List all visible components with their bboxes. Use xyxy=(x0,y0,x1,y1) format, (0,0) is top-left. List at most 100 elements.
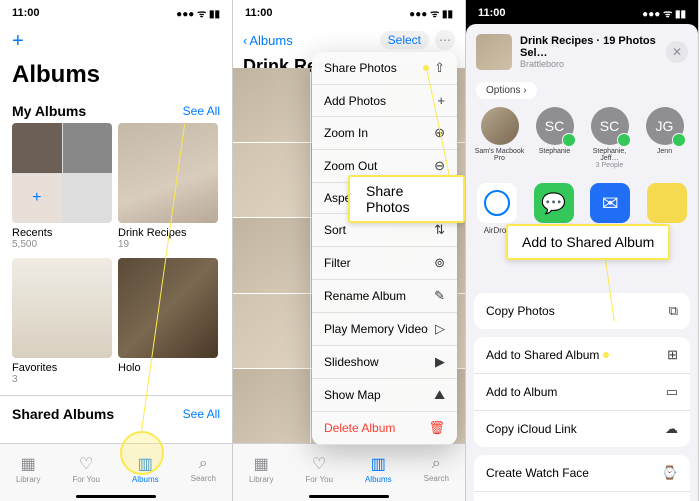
context-menu: Share Photos⇧ Add Photos+ Zoom In⊕ Zoom … xyxy=(312,52,457,445)
album-thumb xyxy=(118,258,218,358)
options-button[interactable]: Options › xyxy=(476,82,537,99)
map-icon: ⛰ xyxy=(434,387,445,403)
pencil-icon: ✎ xyxy=(434,288,445,304)
avatar: JG xyxy=(646,107,684,145)
trash-icon: 🗑 xyxy=(428,420,445,436)
menu-play-memory[interactable]: Play Memory Video▷ xyxy=(312,313,457,346)
album-holo[interactable]: Holo xyxy=(118,258,218,385)
albums-icon: ▥ xyxy=(371,454,386,474)
highlight-dot xyxy=(423,65,429,71)
action-add-shared-album[interactable]: Add to Shared Album⊞ xyxy=(474,337,690,374)
album-name: Drink Recipes xyxy=(118,227,218,239)
action-list-2: Add to Shared Album⊞ Add to Album▭ Copy … xyxy=(474,337,690,447)
album-row-2: Favorites 3 Holo xyxy=(0,258,232,385)
album-drink-recipes[interactable]: Drink Recipes 19 xyxy=(118,123,218,250)
messages-badge-icon xyxy=(672,133,686,147)
menu-rename[interactable]: Rename Album✎ xyxy=(312,280,457,313)
album-row-1: + Recents 5,500 Drink Recipes 19 xyxy=(0,123,232,250)
share-info: Drink Recipes · 19 Photos Sel… Brattlebo… xyxy=(520,35,658,69)
page-title: Albums xyxy=(0,57,232,97)
action-save-files[interactable]: Save to Files📁 xyxy=(474,492,690,501)
album-recents[interactable]: + Recents 5,500 xyxy=(12,123,112,250)
search-icon: ⌕ xyxy=(199,455,208,473)
contact-jenn[interactable]: JGJenn xyxy=(639,107,690,169)
status-bar: 11:00 ●●● ᯤ ▮▮ xyxy=(466,0,698,26)
tab-search[interactable]: ⌕Search xyxy=(424,455,449,483)
menu-share-photos[interactable]: Share Photos⇧ xyxy=(312,52,457,85)
see-all-link[interactable]: See All xyxy=(183,104,220,118)
share-header: Drink Recipes · 19 Photos Sel… Brattlebo… xyxy=(466,24,698,80)
notes-icon xyxy=(647,183,687,223)
home-indicator xyxy=(309,495,389,498)
album-name: Recents xyxy=(12,227,112,239)
menu-add-photos[interactable]: Add Photos+ xyxy=(312,85,457,117)
nav-bar: + xyxy=(0,26,232,57)
action-copy-icloud[interactable]: Copy iCloud Link☁ xyxy=(474,411,690,447)
status-time: 11:00 xyxy=(478,7,506,19)
menu-delete[interactable]: Delete Album🗑 xyxy=(312,412,457,445)
tab-library[interactable]: ▦Library xyxy=(16,454,40,484)
contact-sam[interactable]: Sam's Macbook Pro xyxy=(474,107,525,169)
sort-icon: ⇅ xyxy=(434,222,445,238)
status-icons: ●●● ᯤ ▮▮ xyxy=(176,6,220,20)
tab-for-you[interactable]: ♡For You xyxy=(305,454,333,484)
watch-icon: ⌚ xyxy=(662,465,678,481)
section-header-shared: Shared Albums See All xyxy=(0,395,232,426)
menu-zoom-in[interactable]: Zoom In⊕ xyxy=(312,117,457,150)
shared-album-icon: ⊞ xyxy=(667,347,678,363)
slideshow-icon: ▶ xyxy=(435,354,445,370)
album-count: 19 xyxy=(118,239,218,250)
album-count: 3 xyxy=(12,374,112,385)
screen-album-detail: 11:00 ●●● ᯤ ▮▮ ‹ Albums Select ⋯ Drink R… xyxy=(233,0,466,501)
heart-icon: ♡ xyxy=(79,454,93,474)
action-add-album[interactable]: Add to Album▭ xyxy=(474,374,690,411)
more-button[interactable]: ⋯ xyxy=(435,30,455,50)
tab-albums[interactable]: ▥Albums xyxy=(365,454,392,484)
highlight-dot xyxy=(603,352,609,358)
search-icon: ⌕ xyxy=(432,455,441,473)
close-button[interactable]: ✕ xyxy=(666,41,688,63)
tab-bar: ▦Library ♡For You ▥Albums ⌕Search xyxy=(0,443,232,501)
share-title: Drink Recipes · 19 Photos Sel… xyxy=(520,35,658,59)
callout-share-photos: Share Photos xyxy=(348,175,465,223)
screen-share-sheet: 11:00 ●●● ᯤ ▮▮ Drink Recipes · 19 Photos… xyxy=(466,0,699,501)
nav-bar: ‹ Albums Select ⋯ xyxy=(233,26,465,54)
album-favorites[interactable]: Favorites 3 xyxy=(12,258,112,385)
tab-search[interactable]: ⌕Search xyxy=(191,455,216,483)
cloud-icon: ☁ xyxy=(665,421,678,437)
contact-group[interactable]: SCStephanie, Jeff…3 People xyxy=(584,107,635,169)
avatar: SC xyxy=(536,107,574,145)
action-watch-face[interactable]: Create Watch Face⌚ xyxy=(474,455,690,492)
back-button[interactable]: ‹ Albums xyxy=(243,33,293,48)
add-button[interactable]: + xyxy=(12,30,24,52)
tab-for-you[interactable]: ♡For You xyxy=(72,454,100,484)
album-thumb xyxy=(118,123,218,223)
library-icon: ▦ xyxy=(254,454,269,474)
action-list-3: Create Watch Face⌚ Save to Files📁 Print⎙… xyxy=(474,455,690,501)
album-name: Favorites xyxy=(12,362,112,374)
callout-add-shared: Add to Shared Album xyxy=(506,224,670,260)
tab-library[interactable]: ▦Library xyxy=(249,454,273,484)
heart-icon: ♡ xyxy=(312,454,326,474)
menu-show-map[interactable]: Show Map⛰ xyxy=(312,379,457,412)
see-all-link[interactable]: See All xyxy=(183,407,220,421)
select-button[interactable]: Select xyxy=(380,31,429,49)
action-copy-photos[interactable]: Copy Photos⧉ xyxy=(474,293,690,329)
section-title: Shared Albums xyxy=(12,406,114,422)
status-icons: ●●● ᯤ ▮▮ xyxy=(409,6,453,20)
messages-badge-icon xyxy=(562,133,576,147)
menu-slideshow[interactable]: Slideshow▶ xyxy=(312,346,457,379)
share-thumbnail xyxy=(476,34,512,70)
menu-filter[interactable]: Filter⊚ xyxy=(312,247,457,280)
plus-icon: + xyxy=(437,93,445,108)
status-bar: 11:00 ●●● ᯤ ▮▮ xyxy=(0,0,232,26)
album-icon: ▭ xyxy=(666,384,678,400)
contacts-row: Sam's Macbook Pro SCStephanie SCStephani… xyxy=(466,107,698,177)
share-subtitle: Brattleboro xyxy=(520,59,658,69)
album-thumb xyxy=(12,258,112,358)
contact-stephanie[interactable]: SCStephanie xyxy=(529,107,580,169)
status-time: 11:00 xyxy=(12,7,40,19)
zoom-in-icon: ⊕ xyxy=(434,125,445,141)
mail-icon: ✉ xyxy=(590,183,630,223)
tab-albums[interactable]: ▥Albums xyxy=(132,454,159,484)
